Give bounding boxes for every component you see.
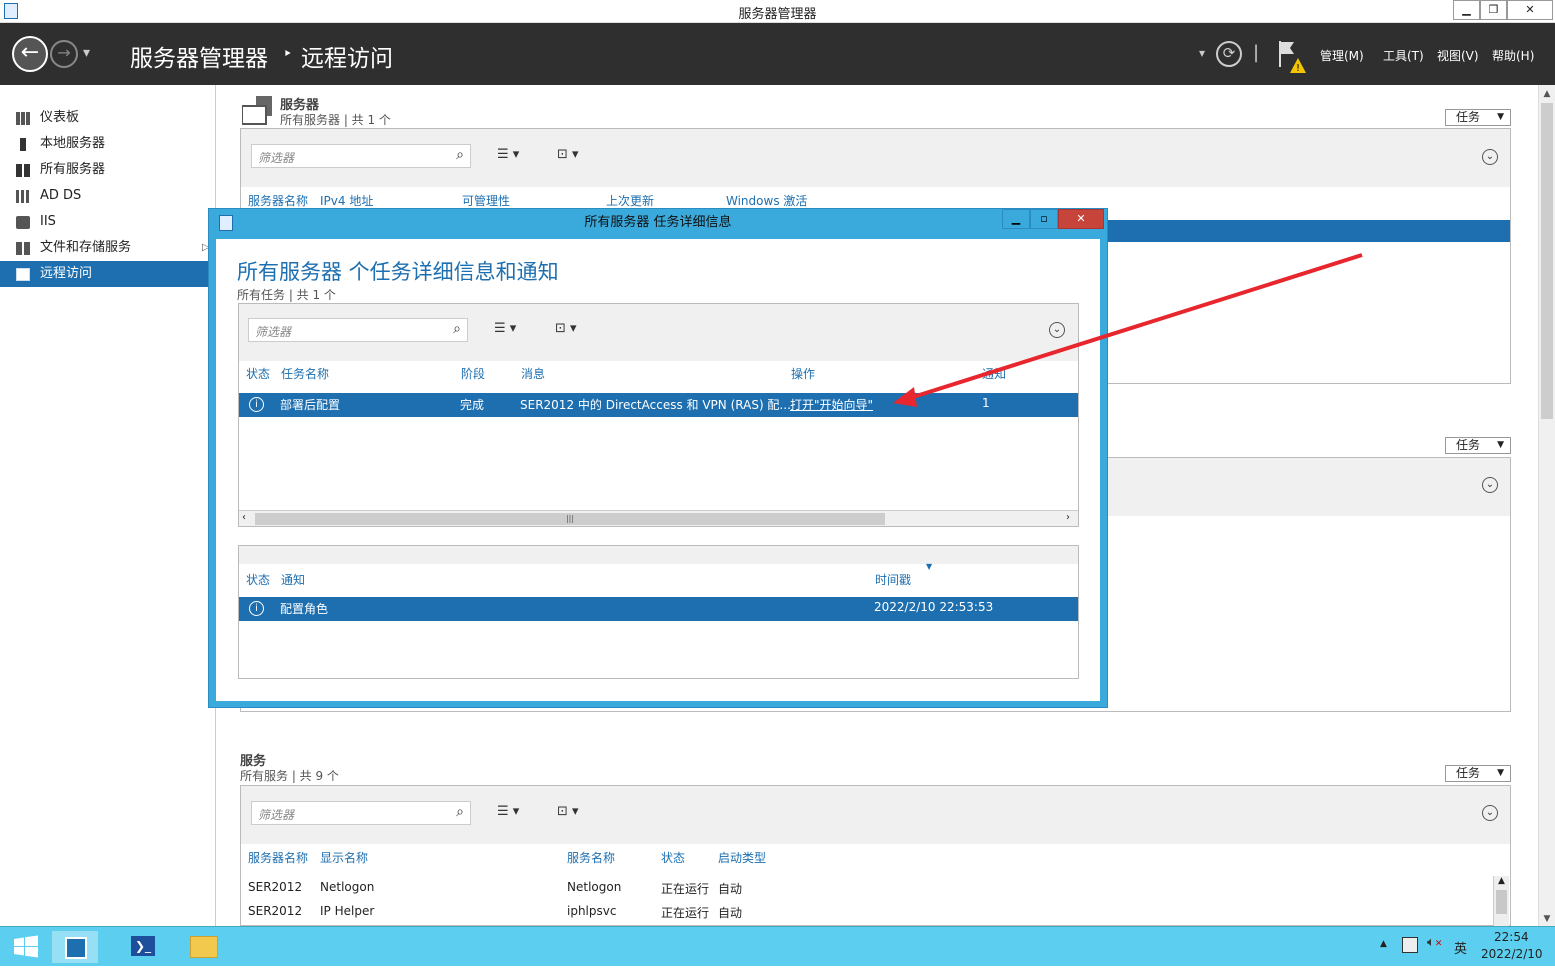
volume-muted-icon[interactable]: 🔈︎✕	[1427, 935, 1442, 950]
ime-indicator[interactable]: 英	[1454, 938, 1467, 957]
taskbar-powershell-icon[interactable]: ❯_	[120, 931, 166, 963]
annotation-arrow	[893, 253, 1363, 407]
start-windows-icon[interactable]	[0, 927, 50, 967]
taskbar: ❯_ ▲ 🔈︎✕ 英 22:54 2022/2/10	[0, 926, 1555, 966]
taskbar-file-explorer-icon[interactable]	[182, 931, 228, 963]
clock-time[interactable]: 22:54	[1494, 930, 1529, 944]
network-icon[interactable]	[1402, 937, 1418, 953]
tray-expand-icon[interactable]: ▲	[1380, 939, 1387, 949]
clock-date[interactable]: 2022/2/10	[1481, 947, 1543, 961]
taskbar-server-manager-icon[interactable]	[52, 931, 98, 963]
